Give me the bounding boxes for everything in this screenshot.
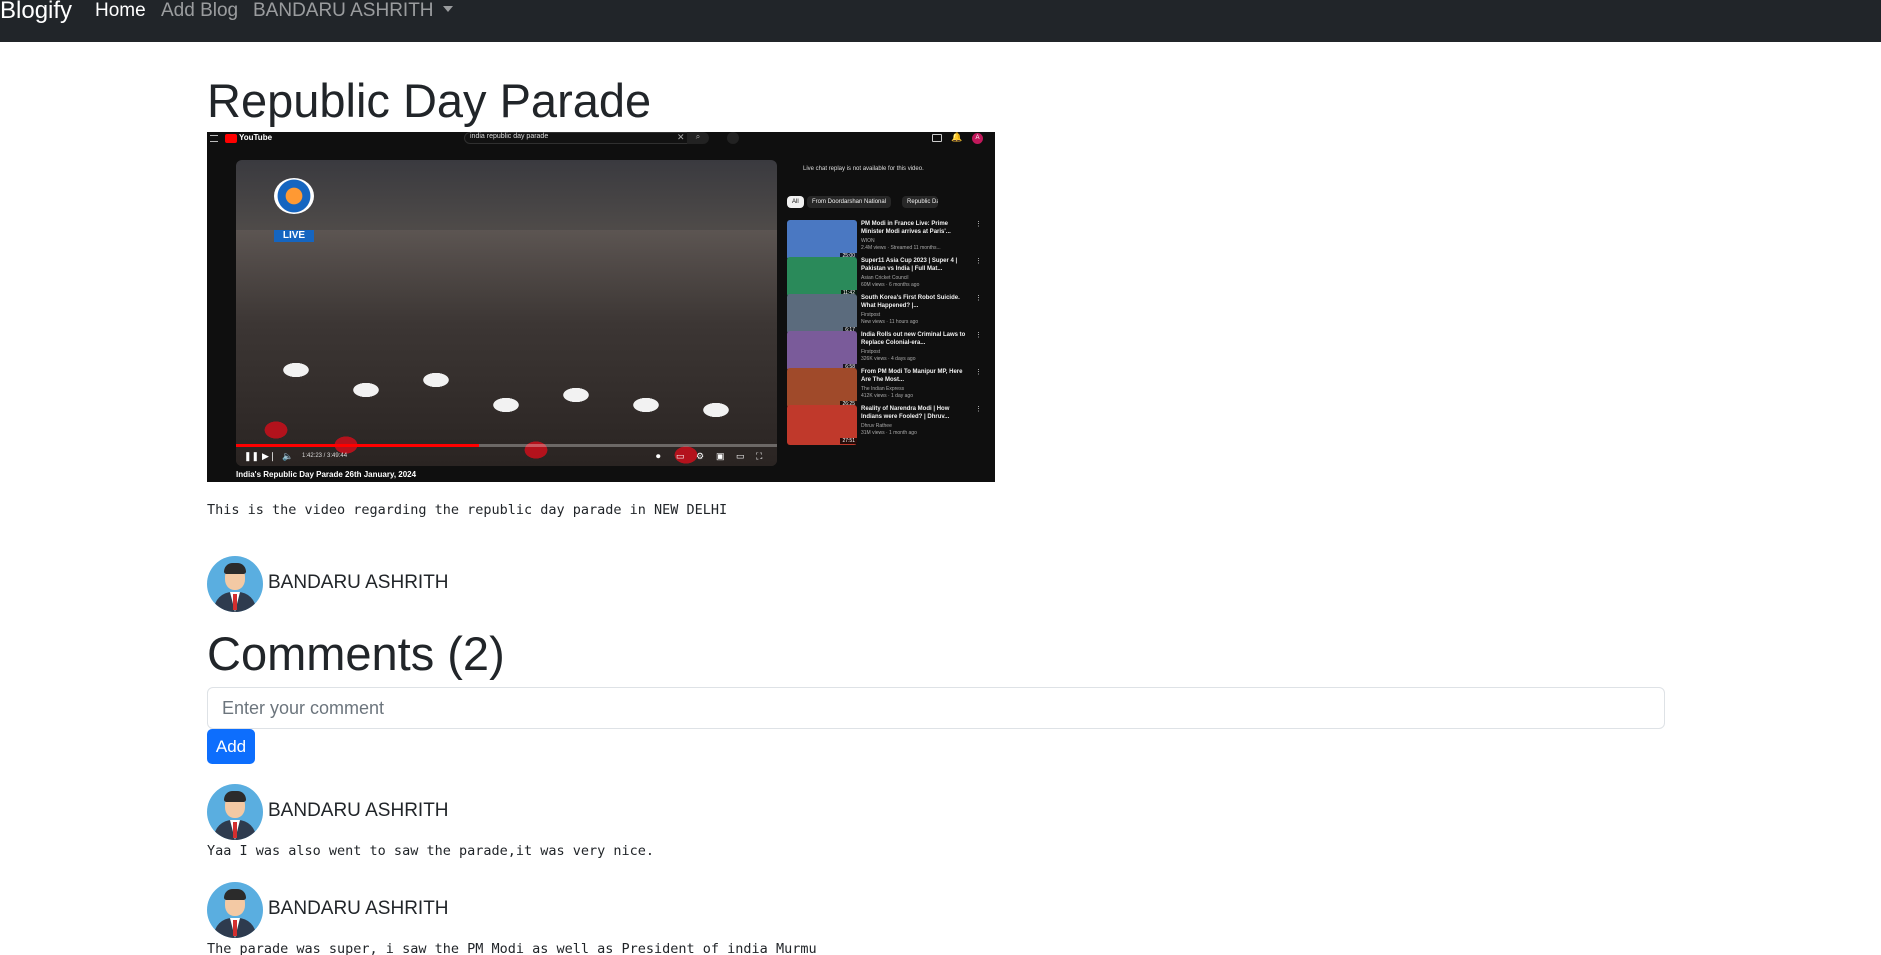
recommendation-title: From PM Modi To Manipur MP, Here Are The… (861, 369, 963, 383)
avatar (207, 556, 263, 612)
recommendation-meta: WION 2.4M views · Streamed 11 months... (861, 238, 971, 252)
video-progress-bar (236, 444, 777, 447)
channel-logo (274, 178, 314, 214)
autoplay-icon: ⏺ (656, 451, 661, 461)
youtube-avatar: A (972, 133, 983, 144)
recommendation-title: India Rolls out new Criminal Laws to Rep… (861, 332, 966, 346)
video-title: India's Republic Day Parade 26th January… (236, 470, 417, 479)
recommendation-duration: 27:51 (840, 438, 857, 444)
recommendation-meta: Firstpost 326K views · 4 days ago (861, 349, 971, 363)
recommendation-meta: Asian Cricket Council 60M views · 6 month… (861, 275, 971, 289)
recommendation-item: 6:17 South Korea's First Robot Suicide. W… (787, 294, 983, 334)
theater-icon: ▭ (736, 451, 745, 461)
menu-icon (210, 135, 218, 142)
pause-icon: ❚❚ (244, 451, 260, 461)
video-progress-fill (236, 444, 480, 447)
chip-topic: Republic Day (902, 196, 938, 208)
nav-user-dropdown[interactable]: BANDARU ASHRITH (253, 0, 453, 22)
live-badge: LIVE (274, 230, 314, 242)
recommendation-stats: 2.4M views · Streamed 11 months... (861, 245, 941, 251)
comment-text: Yaa I was also went to saw the parade,it… (207, 843, 655, 859)
miniplayer-icon: ▣ (716, 451, 725, 461)
avatar (207, 784, 263, 840)
recommendation-stats: 412K views · 1 day ago (861, 393, 913, 399)
blog-title: Republic Day Parade (207, 74, 652, 127)
recommendation-title: South Korea's First Robot Suicide. What … (861, 295, 960, 309)
comments-heading: Comments (2) (207, 627, 505, 680)
recommendation-stats: New views · 11 hours ago (861, 319, 919, 325)
more-icon: ⋮ (975, 406, 982, 413)
next-icon: ▶❘ (262, 451, 277, 461)
more-icon: ⋮ (975, 221, 982, 228)
search-icon: ⌕ (687, 132, 709, 144)
volume-icon: 🔈 (282, 451, 294, 461)
more-icon: ⋮ (975, 369, 982, 376)
youtube-logo-text: YouTube (239, 133, 273, 142)
bell-icon: 🔔 (951, 132, 963, 142)
recommendation-title: PM Modi in France Live: Prime Minister M… (861, 221, 951, 235)
recommendation-item: 11:42 Super11 Asia Cup 2023 | Super 4 | P… (787, 257, 983, 297)
chat-note: Live chat replay is not available for th… (803, 166, 924, 172)
recommendation-item: 26:25 From PM Modi To Manipur MP, Here Ar… (787, 368, 983, 408)
recommendation-title: Reality of Narendra Modi | How Indians w… (861, 406, 950, 420)
recommendation-stats: 326K views · 4 days ago (861, 356, 916, 362)
microphone-icon (727, 132, 739, 144)
comment-input[interactable] (207, 687, 1665, 729)
comment-author-name: BANDARU ASHRITH (268, 800, 449, 821)
recommendation-meta: Firstpost New views · 11 hours ago (861, 312, 971, 326)
parade-scene (236, 230, 777, 466)
chevron-down-icon (442, 6, 453, 12)
nav-home-link[interactable]: Home (95, 0, 146, 22)
chip-channel: From Doordarshan National (807, 196, 892, 208)
chip-all: All (787, 196, 804, 208)
recommendation-item: 6:58 India Rolls out new Criminal Laws to… (787, 331, 983, 371)
fullscreen-icon: ⛶ (756, 451, 763, 461)
recommendation-item: 27:51 Reality of Narendra Modi | How Indi… (787, 405, 983, 445)
comment-text: The parade was super, i saw the PM Modi … (207, 941, 817, 955)
youtube-search-text: india republic day parade (470, 133, 549, 140)
avatar (207, 882, 263, 938)
settings-icon: ⚙ (696, 451, 705, 461)
video-frame: LIVE ❚❚ ▶❘ 🔈 1:42:23 / 3:49:44 ⏺ ▭ ⚙ ▣ ▭… (236, 160, 777, 466)
more-icon: ⋮ (975, 295, 982, 302)
add-comment-button[interactable]: Add (207, 729, 255, 764)
recommendation-stats: 31M views · 1 month ago (861, 430, 917, 436)
youtube-logo-icon (225, 134, 237, 143)
nav-user-label: BANDARU ASHRITH (253, 0, 434, 21)
recommendation-title: Super11 Asia Cup 2023 | Super 4 | Pakist… (861, 258, 958, 272)
recommendation-item: 25:00 PM Modi in France Live: Prime Minis… (787, 220, 983, 260)
recommendation-meta: Dhruv Rathee 31M views · 1 month ago (861, 423, 971, 437)
author-name: BANDARU ASHRITH (268, 572, 449, 593)
recommendation-channel: The Indian Express (861, 386, 905, 392)
video-controls: ❚❚ ▶❘ 🔈 1:42:23 / 3:49:44 ⏺ ▭ ⚙ ▣ ▭ ⛶ (236, 449, 777, 466)
comment-author-name: BANDARU ASHRITH (268, 898, 449, 919)
recommendation-channel: Dhruv Rathee (861, 423, 892, 429)
recommendation-channel: WION (861, 238, 875, 244)
recommendation-stats: 60M views · 6 months ago (861, 282, 920, 288)
recommendation-meta: The Indian Express 412K views · 1 day ago (861, 386, 971, 400)
captions-icon: ▭ (676, 451, 685, 461)
navbar: Blogify Home Add Blog BANDARU ASHRITH (0, 0, 1881, 42)
recommendation-channel: Firstpost (861, 349, 881, 355)
more-icon: ⋮ (975, 258, 982, 265)
blog-cover-image: YouTube india republic day parade ✕ ⌕ 🔔 … (207, 132, 995, 482)
brand-logo[interactable]: Blogify (0, 0, 72, 23)
recommendation-channel: Asian Cricket Council (861, 275, 909, 281)
nav-add-blog-link[interactable]: Add Blog (161, 0, 238, 22)
more-icon: ⋮ (975, 332, 982, 339)
clear-icon: ✕ (677, 132, 685, 142)
create-icon (932, 134, 942, 142)
youtube-sidebar: Live chat replay is not available for th… (783, 160, 983, 482)
video-time: 1:42:23 / 3:49:44 (302, 453, 348, 459)
blog-description: This is the video regarding the republic… (207, 502, 728, 518)
recommendation-channel: Firstpost (861, 312, 881, 318)
